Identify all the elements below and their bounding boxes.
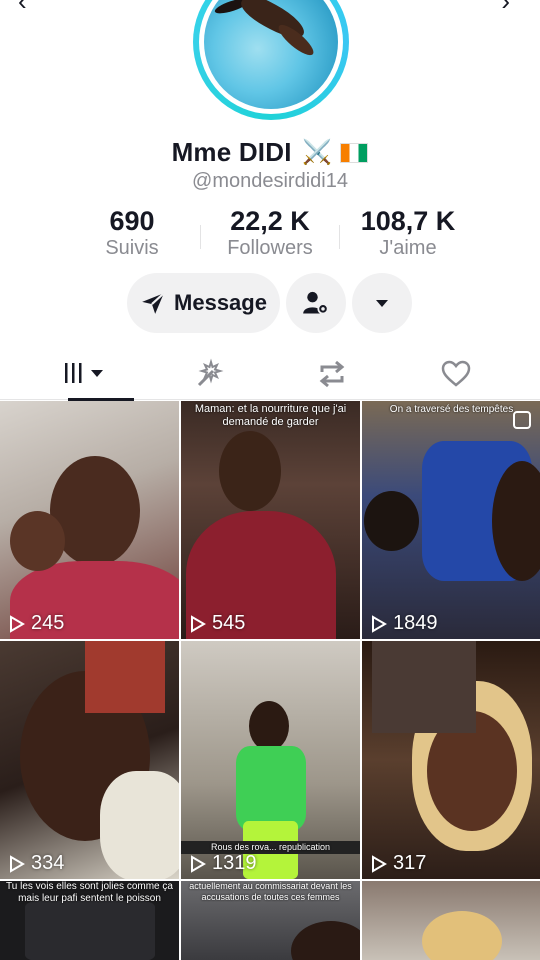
video-thumbnail[interactable]: Tu les vois elles sont jolies comme ça m… [0,881,179,960]
play-icon [191,614,206,633]
video-caption: Tu les vois elles sont jolies comme ça m… [6,881,173,904]
profile-name: Mme DIDI [171,137,292,167]
stat-followers[interactable]: 22,2 K Followers [215,205,325,259]
view-count: 1849 [371,612,438,635]
stat-divider [200,225,201,249]
video-thumbnail[interactable]: 245 [0,401,179,639]
view-count: 245 [9,612,64,635]
stat-following-value: 690 [109,206,155,236]
stat-following[interactable]: 690 Suivis [92,205,172,259]
tab-reposts[interactable] [264,348,399,400]
profile-handle: @mondesirdidi14 [192,170,348,192]
repost-icon [319,360,344,388]
profile-name-row: Mme DIDI ⚔️ [0,137,540,171]
video-thumbnail[interactable]: Rous des rova... republication 1319 [181,641,360,879]
stat-divider [339,225,340,249]
stat-following-label: Suivis [105,237,159,259]
video-thumbnail[interactable]: actuellement au commissariat devant les … [181,881,360,960]
video-caption: actuellement au commissariat devant les … [189,881,352,902]
story-ring [193,0,349,120]
content-tabs [0,348,540,401]
video-thumbnail[interactable] [362,881,540,960]
share-icon[interactable]: › [501,0,510,17]
video-caption: Maman: et la nourriture que j'ai demandé… [194,403,347,428]
message-button[interactable]: Message [127,273,280,333]
more-options-button[interactable] [352,273,412,333]
profile-actions: Message [0,273,540,333]
caret-down-icon [376,300,388,307]
avatar-image [204,0,338,109]
stat-likes-value: 108,7 K [360,206,456,236]
view-count: 334 [9,852,64,875]
back-arrow-icon[interactable]: ‹ [18,0,27,17]
play-icon [191,854,206,873]
pinned-icon [513,411,531,429]
ivory-coast-flag-icon [340,142,369,163]
video-thumbnail[interactable]: 334 [0,641,179,879]
video-thumbnail[interactable]: Maman: et la nourriture que j'ai demandé… [181,401,360,639]
tab-videos[interactable] [17,348,152,401]
magic-wand-icon [197,358,223,387]
play-icon [372,854,387,873]
send-icon [142,292,165,314]
videos-grid-icon [64,363,103,383]
video-thumbnail[interactable]: On a traversé des tempêtes 1849 [362,401,540,639]
stat-likes[interactable]: 108,7 K J'aime [350,205,466,259]
stat-followers-label: Followers [227,237,313,259]
tab-liked[interactable] [388,348,523,400]
view-count: 317 [371,852,426,875]
profile-stats: 690 Suivis 22,2 K Followers 108,7 K J'ai… [0,205,540,261]
play-icon [10,854,25,873]
play-icon [372,614,387,633]
stat-likes-label: J'aime [379,237,437,259]
view-count: 1319 [190,852,257,875]
tab-private[interactable] [141,348,276,400]
avatar[interactable] [193,0,349,120]
heart-icon [441,360,470,387]
stat-followers-value: 22,2 K [230,206,310,236]
play-icon [10,614,25,633]
crossed-swords-emoji: ⚔️ [302,139,332,166]
add-friend-button[interactable] [286,273,346,333]
message-button-label: Message [174,290,267,315]
video-thumbnail[interactable]: 317 [362,641,540,879]
view-count: 545 [190,612,245,635]
user-settings-icon [303,291,329,315]
